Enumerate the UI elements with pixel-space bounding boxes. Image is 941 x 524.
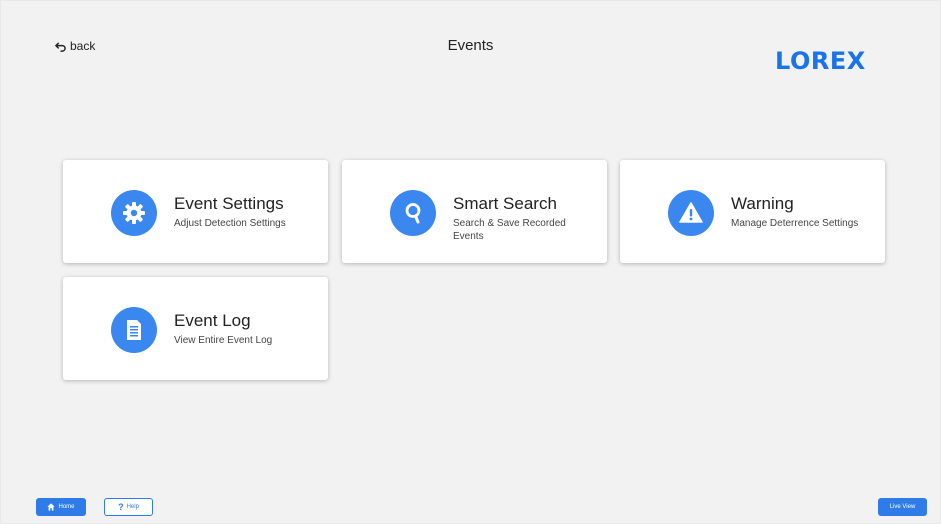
card-subtitle: Search & Save Recorded Events [453, 218, 566, 242]
card-subtitle: Adjust Detection Settings [174, 218, 286, 229]
event-settings-card[interactable]: Event Settings Adjust Detection Settings [63, 160, 328, 263]
gear-icon [111, 190, 157, 236]
warning-icon [668, 190, 714, 236]
brand-logo: LOREX [775, 47, 866, 75]
card-title: Event Log [174, 311, 251, 330]
event-log-card[interactable]: Event Log View Entire Event Log [63, 277, 328, 380]
card-title: Warning [731, 194, 794, 213]
events-screen: back Events LOREX Event Settings Adjust … [0, 0, 941, 524]
warning-card[interactable]: Warning Manage Deterrence Settings [620, 160, 885, 263]
card-subtitle: View Entire Event Log [174, 335, 273, 346]
card-title: Smart Search [453, 194, 557, 213]
home-icon [47, 503, 56, 511]
home-label: Home [58, 504, 75, 510]
home-button[interactable]: Home [36, 498, 86, 516]
card-title: Event Settings [174, 194, 284, 213]
document-icon [111, 307, 157, 353]
smart-search-card[interactable]: Smart Search Search & Save Recorded Even… [342, 160, 607, 263]
search-icon [390, 190, 436, 236]
card-subtitle: Manage Deterrence Settings [731, 218, 859, 229]
live-view-label: Live View [889, 504, 916, 510]
help-button[interactable]: ? Help [104, 498, 153, 516]
question-icon: ? [118, 502, 124, 512]
help-label: Help [126, 504, 139, 510]
live-view-button[interactable]: Live View [878, 498, 927, 516]
